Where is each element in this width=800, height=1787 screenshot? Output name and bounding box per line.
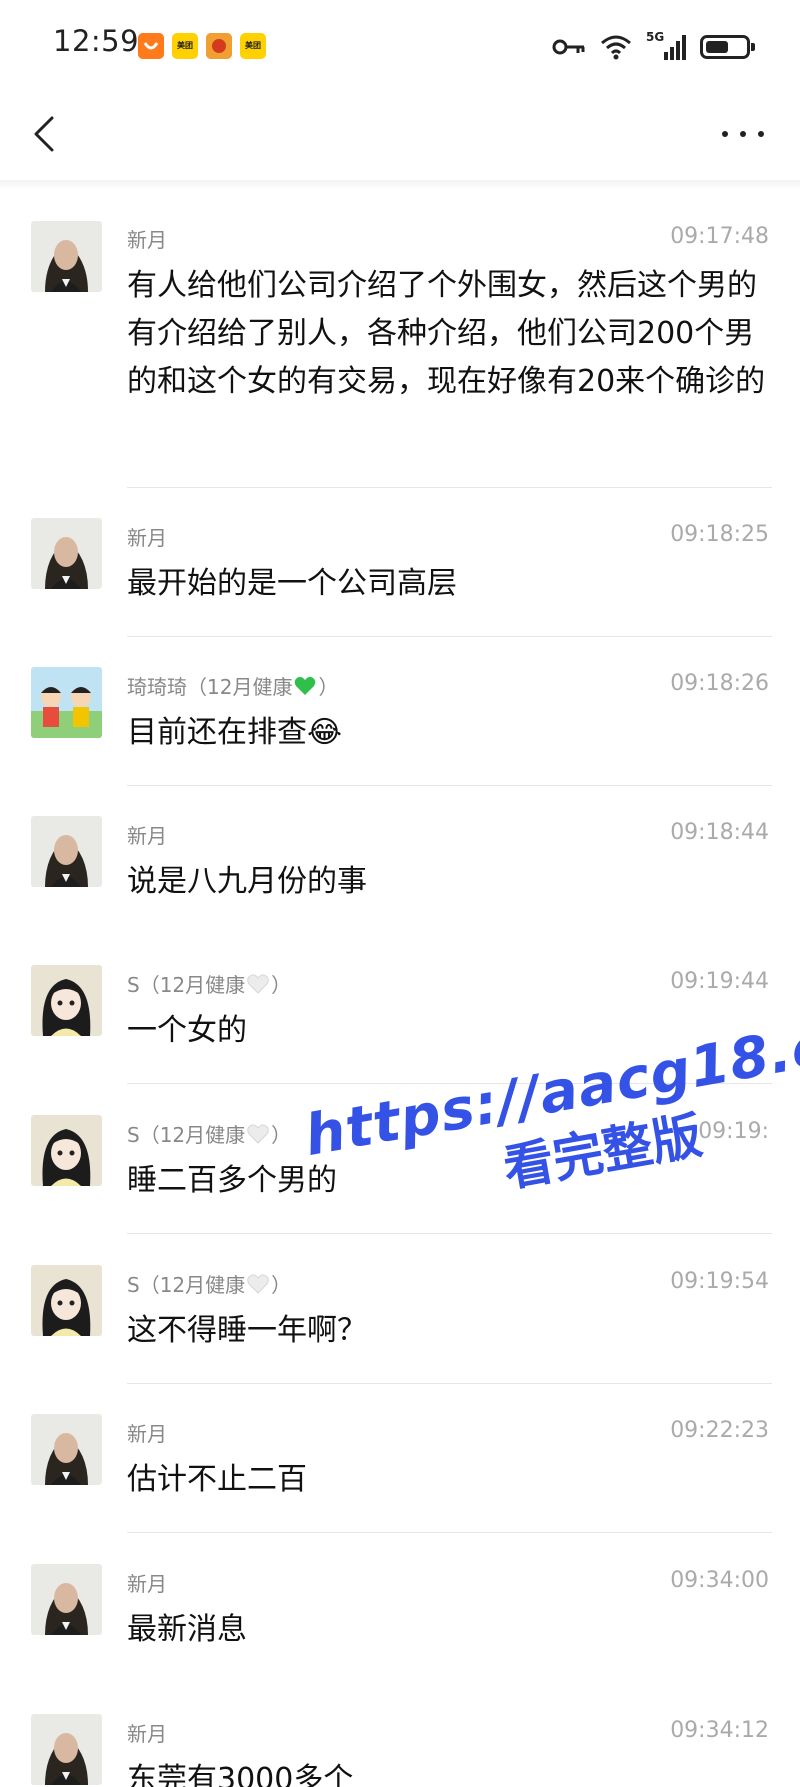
message-item: 新月 09:34:12 东莞有3000多个 (0, 1684, 800, 1787)
message-time: 09:19: (698, 1119, 769, 1144)
sender-name-suffix: ） (271, 1273, 292, 1297)
message-text: 说是八九月份的事 (127, 864, 367, 899)
message-item: 新月 09:34:00 最新消息 (0, 1534, 800, 1684)
avatar-xinyue[interactable] (31, 518, 102, 589)
message-time: 09:19:54 (670, 1269, 769, 1294)
message-item: S（12月健康 ） 09:19:54 这不得睡一年啊？ (0, 1235, 800, 1385)
message-time: 09:34:00 (670, 1568, 769, 1593)
sender-name: 琦琦琦（12月健康 ） (127, 671, 338, 700)
white-heart-icon (247, 1124, 269, 1144)
chevron-left-icon (34, 116, 54, 152)
sender-name-suffix: ） (271, 1123, 292, 1147)
message-text: 这不得睡一年啊？ (127, 1313, 367, 1348)
status-time: 12:59 (53, 24, 140, 58)
message-time: 09:34:12 (670, 1718, 769, 1743)
nav-divider (0, 180, 800, 190)
avatar-xinyue[interactable] (31, 221, 102, 292)
sender-name-suffix: ） (318, 675, 339, 699)
message-item: 新月 09:18:25 最开始的是一个公司高层 (0, 488, 800, 638)
laughing-emoji-icon: 😂 (307, 715, 343, 750)
sender-name: 新月 (127, 1722, 167, 1746)
sender-name: 新月 (127, 824, 167, 848)
cellular-icon: 5G (646, 30, 686, 62)
message-text: 目前还在排查😂 (127, 709, 772, 757)
status-bar: 12:59 美团 美团 5G (0, 0, 800, 92)
status-indicators: 5G (552, 30, 755, 64)
message-text: 睡二百多个男的 (127, 1163, 337, 1198)
green-heart-icon (295, 676, 316, 695)
message-time: 09:18:26 (670, 671, 769, 696)
message-text: 最新消息 (127, 1612, 247, 1647)
message-divider (127, 1532, 772, 1533)
sender-name: 新月 (127, 1572, 167, 1596)
avatar-s[interactable] (31, 1265, 102, 1336)
message-text: 有人给他们公司介绍了个外围女，然后这个男的有介绍给了别人，各种介绍，他们公司20… (127, 268, 766, 399)
message-divider (127, 1233, 772, 1234)
battery-icon (700, 35, 755, 59)
avatar-qiqiqi[interactable] (31, 667, 102, 738)
message-item: S（12月健康 ） 09:19:44 一个女的 (0, 935, 800, 1085)
avatar-s[interactable] (31, 965, 102, 1036)
avatar-xinyue[interactable] (31, 816, 102, 887)
message-item: S（12月健康 ） 09:19: 睡二百多个男的 (0, 1085, 800, 1235)
message-text: 一个女的 (127, 1013, 247, 1048)
more-dot (722, 131, 728, 137)
message-time: 09:19:44 (670, 969, 769, 994)
game-icon (206, 33, 232, 59)
nav-bar (0, 92, 800, 180)
avatar-xinyue[interactable] (31, 1714, 102, 1785)
message-time: 09:22:23 (670, 1418, 769, 1443)
wifi-icon (601, 35, 631, 60)
message-time: 09:17:48 (670, 224, 769, 249)
sender-name: S（12月健康 ） (127, 1119, 291, 1148)
key-icon (552, 39, 585, 55)
sender-name-text: 琦琦琦（12月健康 (127, 675, 293, 699)
sender-name: S（12月健康 ） (127, 969, 291, 998)
message-item: 新月 09:17:48 有人给他们公司介绍了个外围女，然后这个男的有介绍给了别人… (0, 190, 800, 490)
message-time: 09:18:25 (670, 522, 769, 547)
sender-name-text: S（12月健康 (127, 1273, 246, 1297)
meituan-icon: 美团 (172, 33, 198, 59)
white-heart-icon (247, 1274, 269, 1294)
message-item: 琦琦琦（12月健康 ） 09:18:26 目前还在排查😂 (0, 637, 800, 787)
message-text-body: 目前还在排查 (127, 715, 307, 750)
sender-name-suffix: ） (271, 973, 292, 997)
avatar-xinyue[interactable] (31, 1564, 102, 1635)
sender-name: 新月 (127, 228, 167, 252)
message-text: 估计不止二百 (127, 1462, 307, 1497)
more-dot (740, 131, 746, 137)
avatar-xinyue[interactable] (31, 1414, 102, 1485)
back-button[interactable] (22, 110, 70, 158)
message-item: 新月 09:22:23 估计不止二百 (0, 1384, 800, 1534)
avatar-s[interactable] (31, 1115, 102, 1186)
white-heart-icon (247, 974, 269, 994)
message-item: 新月 09:18:44 说是八九月份的事 (0, 786, 800, 936)
sender-name: 新月 (127, 1422, 167, 1446)
taobao-icon (138, 33, 164, 59)
sender-name-text: S（12月健康 (127, 973, 246, 997)
sender-name-text: S（12月健康 (127, 1123, 246, 1147)
sender-name: 新月 (127, 526, 167, 550)
message-divider (127, 1083, 772, 1084)
more-dot (758, 131, 764, 137)
message-text: 最开始的是一个公司高层 (127, 566, 457, 601)
meituan-icon: 美团 (240, 33, 266, 59)
more-button[interactable] (716, 110, 770, 158)
sender-name: S（12月健康 ） (127, 1269, 291, 1298)
message-time: 09:18:44 (670, 820, 769, 845)
message-text: 东莞有3000多个 (127, 1762, 354, 1787)
